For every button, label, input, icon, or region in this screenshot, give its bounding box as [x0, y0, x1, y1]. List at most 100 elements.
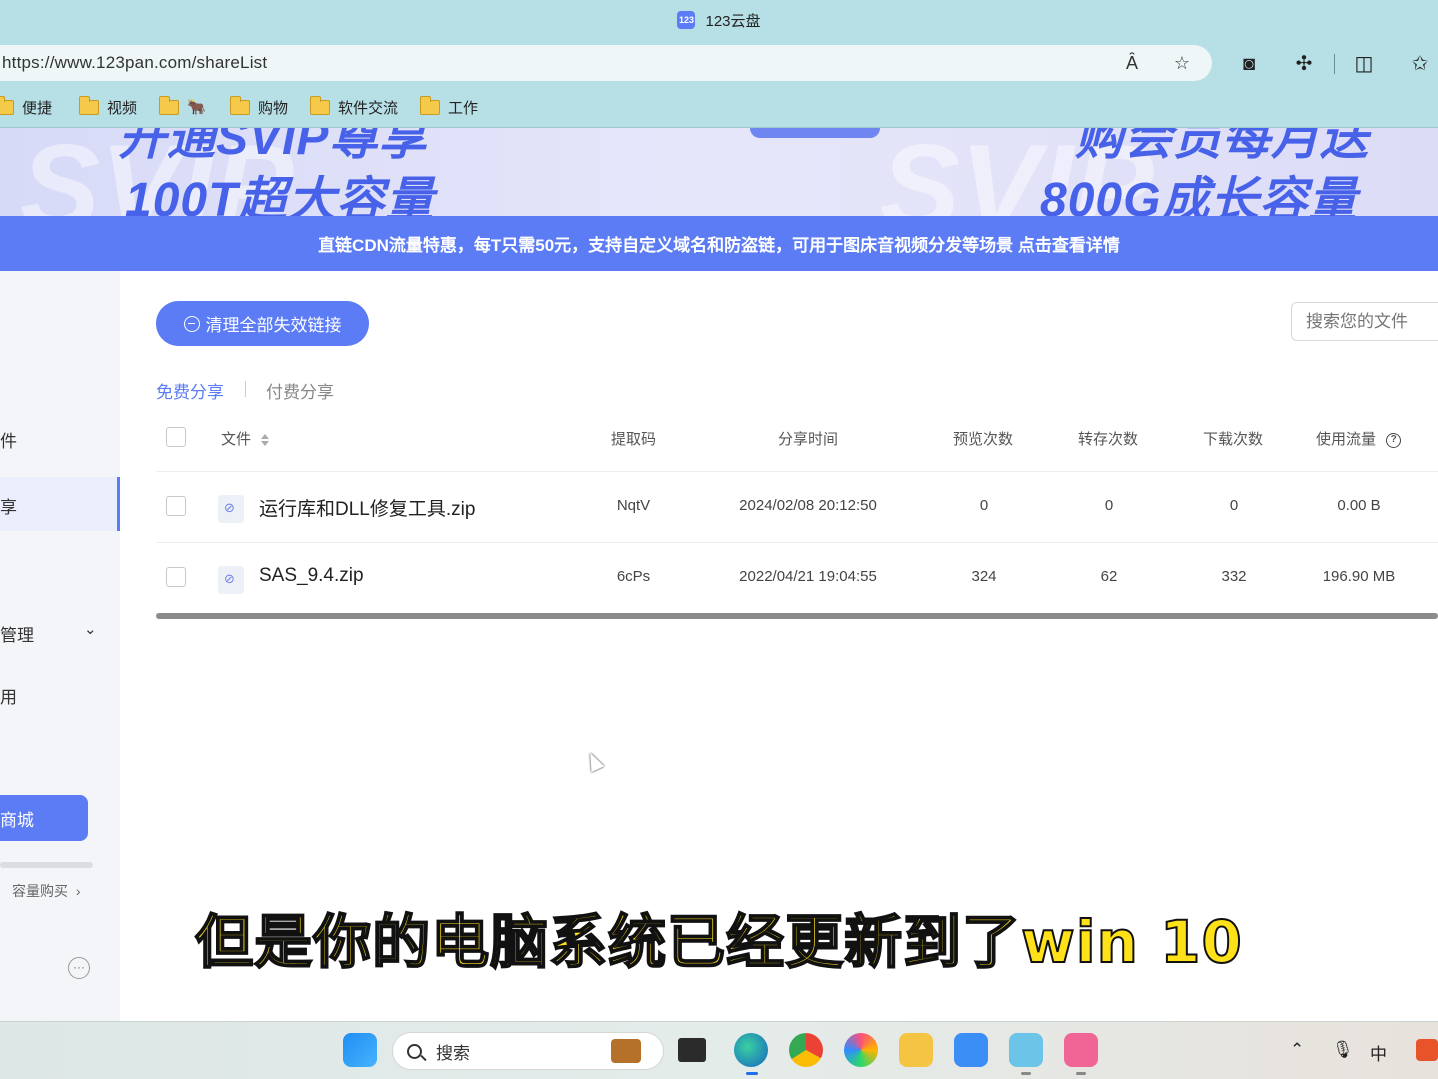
toolbar-divider [1334, 54, 1335, 74]
folder-icon [159, 95, 179, 115]
sort-icon[interactable] [261, 434, 270, 447]
split-screen-icon[interactable]: ◫ [1352, 52, 1376, 76]
link-file-icon [218, 495, 244, 523]
row-checkbox[interactable] [166, 496, 186, 516]
site-favicon-icon: 123 [677, 11, 696, 29]
puzzle-extensions-icon[interactable]: ✣ [1292, 52, 1316, 76]
sidebar-item-share-active[interactable] [0, 477, 120, 531]
column-downloads: 下载次数 [1203, 431, 1264, 448]
download-count: 332 [1221, 568, 1247, 585]
horizontal-scrollbar[interactable] [156, 613, 1438, 619]
save-count: 0 [1104, 497, 1114, 514]
briefcase-icon [611, 1039, 641, 1063]
column-code: 提取码 [611, 431, 657, 448]
chevron-down-icon: ⌄ [84, 621, 97, 638]
color-app-icon[interactable] [844, 1033, 878, 1067]
bookmark-folder[interactable]: 视频 [79, 95, 138, 118]
window-titlebar: 123 123云盘 [0, 0, 1438, 40]
extract-code: NqtV [616, 497, 651, 514]
microphone-icon[interactable]: 🎙 [1332, 1040, 1354, 1060]
task-view-icon[interactable] [678, 1038, 706, 1062]
address-row: https://www.123pan.com/shareList Ȃ ☆ ◙ … [0, 40, 1438, 86]
bookmark-label: 视频 [107, 99, 138, 117]
favorites-icon[interactable]: ✩ [1408, 52, 1432, 76]
folder-icon [230, 95, 250, 115]
sidebar-item-manage-label: 管理 [0, 626, 34, 645]
edge-browser-icon[interactable] [734, 1033, 768, 1067]
column-traffic-label: 使用流量 [1316, 431, 1377, 448]
live-app-icon[interactable] [1009, 1033, 1043, 1067]
app-indicator [1076, 1072, 1086, 1075]
table-row[interactable]: SAS_9.4.zip 6cPs 2022/04/21 19:04:55 324… [156, 543, 1438, 614]
bookmark-folder[interactable]: 便捷 [0, 95, 53, 118]
help-icon[interactable]: ? [1386, 432, 1402, 448]
view-count: 0 [979, 497, 989, 514]
sidebar-item-manage[interactable]: 管理 ⌄ [0, 621, 100, 646]
feishu-icon[interactable] [954, 1033, 988, 1067]
chrome-icon[interactable] [789, 1033, 823, 1067]
url-text[interactable]: https://www.123pan.com/shareList [0, 53, 267, 73]
bookmark-folder[interactable]: 工作 [420, 95, 479, 118]
chevron-up-icon[interactable]: ⌃ [1290, 1040, 1304, 1060]
app-indicator [1021, 1072, 1031, 1075]
file-explorer-icon[interactable] [899, 1033, 933, 1067]
select-all-checkbox[interactable] [166, 427, 186, 447]
cdn-notice-bar[interactable]: 直链CDN流量特惠，每T只需50元，支持自定义域名和防盗链，可用于图床音视频分发… [0, 216, 1438, 271]
windows-start-icon[interactable] [343, 1033, 377, 1067]
mouse-cursor-icon [583, 749, 605, 773]
bookmark-label: 🐂 [187, 99, 206, 116]
favorite-star-icon[interactable]: ☆ [1172, 53, 1192, 73]
bookmark-label: 工作 [448, 99, 479, 117]
bookmarks-bar: 便捷 视频 🐂 购物 软件交流 工作 [0, 86, 1438, 128]
read-aloud-icon[interactable]: Ȃ [1122, 53, 1142, 73]
share-time: 2024/02/08 20:12:50 [739, 497, 877, 514]
promo-right-line2: 800G成长容量 [1040, 174, 1358, 216]
tab-divider [245, 381, 246, 397]
file-name[interactable]: 运行库和DLL修复工具.zip [259, 494, 475, 521]
extension-icon[interactable]: ◙ [1237, 52, 1261, 76]
column-file[interactable]: 文件 [221, 428, 270, 449]
bookmark-folder[interactable]: 🐂 [159, 95, 206, 118]
address-bar[interactable]: https://www.123pan.com/shareList Ȃ ☆ [0, 45, 1212, 81]
promo-left-line2: 100T超大容量 [125, 174, 435, 216]
video-subtitle: 但是你的电脑系统已经更新到了win 10 [194, 907, 1243, 977]
sogou-ime-icon[interactable] [1416, 1039, 1438, 1061]
row-checkbox[interactable] [166, 567, 186, 587]
folder-icon [310, 95, 330, 115]
bookmark-folder[interactable]: 购物 [230, 95, 289, 118]
table-row[interactable]: 运行库和DLL修复工具.zip NqtV 2024/02/08 20:12:50… [156, 472, 1438, 543]
banner-pill [750, 128, 880, 138]
save-count: 62 [1100, 568, 1118, 585]
capacity-progress [0, 862, 93, 868]
promo-banner[interactable]: SVIP SVIP 开通SVIP尊享 100T超大容量 购会员每月送 800G成… [0, 128, 1438, 216]
view-count: 324 [971, 568, 997, 585]
taskbar-search[interactable]: 搜索 [392, 1032, 664, 1070]
file-name[interactable]: SAS_9.4.zip [259, 565, 364, 587]
search-input[interactable] [1291, 302, 1438, 341]
bilibili-icon[interactable] [1064, 1033, 1098, 1067]
folder-icon [79, 95, 99, 115]
column-traffic: 使用流量 ? [1316, 428, 1402, 449]
column-saves: 转存次数 [1078, 431, 1139, 448]
bookmark-label: 购物 [258, 99, 289, 117]
table-header: 文件 提取码 分享时间 预览次数 转存次数 下载次数 使用流量 ? [156, 414, 1438, 472]
store-button[interactable]: 商城 [0, 795, 88, 841]
taskbar: 搜索 ⌃ 🎙 中 [0, 1021, 1438, 1079]
bookmark-folder[interactable]: 软件交流 [310, 95, 398, 118]
minus-circle-icon [183, 315, 200, 332]
link-file-icon [218, 566, 244, 594]
column-time: 分享时间 [778, 431, 839, 448]
active-app-indicator [746, 1072, 758, 1075]
tab-paid-share[interactable]: 付费分享 [266, 378, 334, 403]
tab-free-share[interactable]: 免费分享 [156, 378, 224, 403]
sidebar-item-share[interactable]: 享 [0, 493, 17, 518]
taskbar-search-label: 搜索 [436, 1043, 470, 1063]
sidebar-item-files[interactable]: 件 [0, 427, 17, 452]
notice-text[interactable]: 直链CDN流量特惠，每T只需50元，支持自定义域名和防盗链，可用于图床音视频分发… [318, 231, 1120, 256]
bookmark-label: 便捷 [22, 99, 53, 117]
clean-invalid-links-button[interactable]: 清理全部失效链接 [156, 301, 369, 346]
sidebar-item-misc[interactable]: 用 [0, 683, 17, 708]
download-count: 0 [1229, 497, 1239, 514]
folder-icon [420, 95, 440, 115]
ime-indicator[interactable]: 中 [1370, 1040, 1387, 1065]
